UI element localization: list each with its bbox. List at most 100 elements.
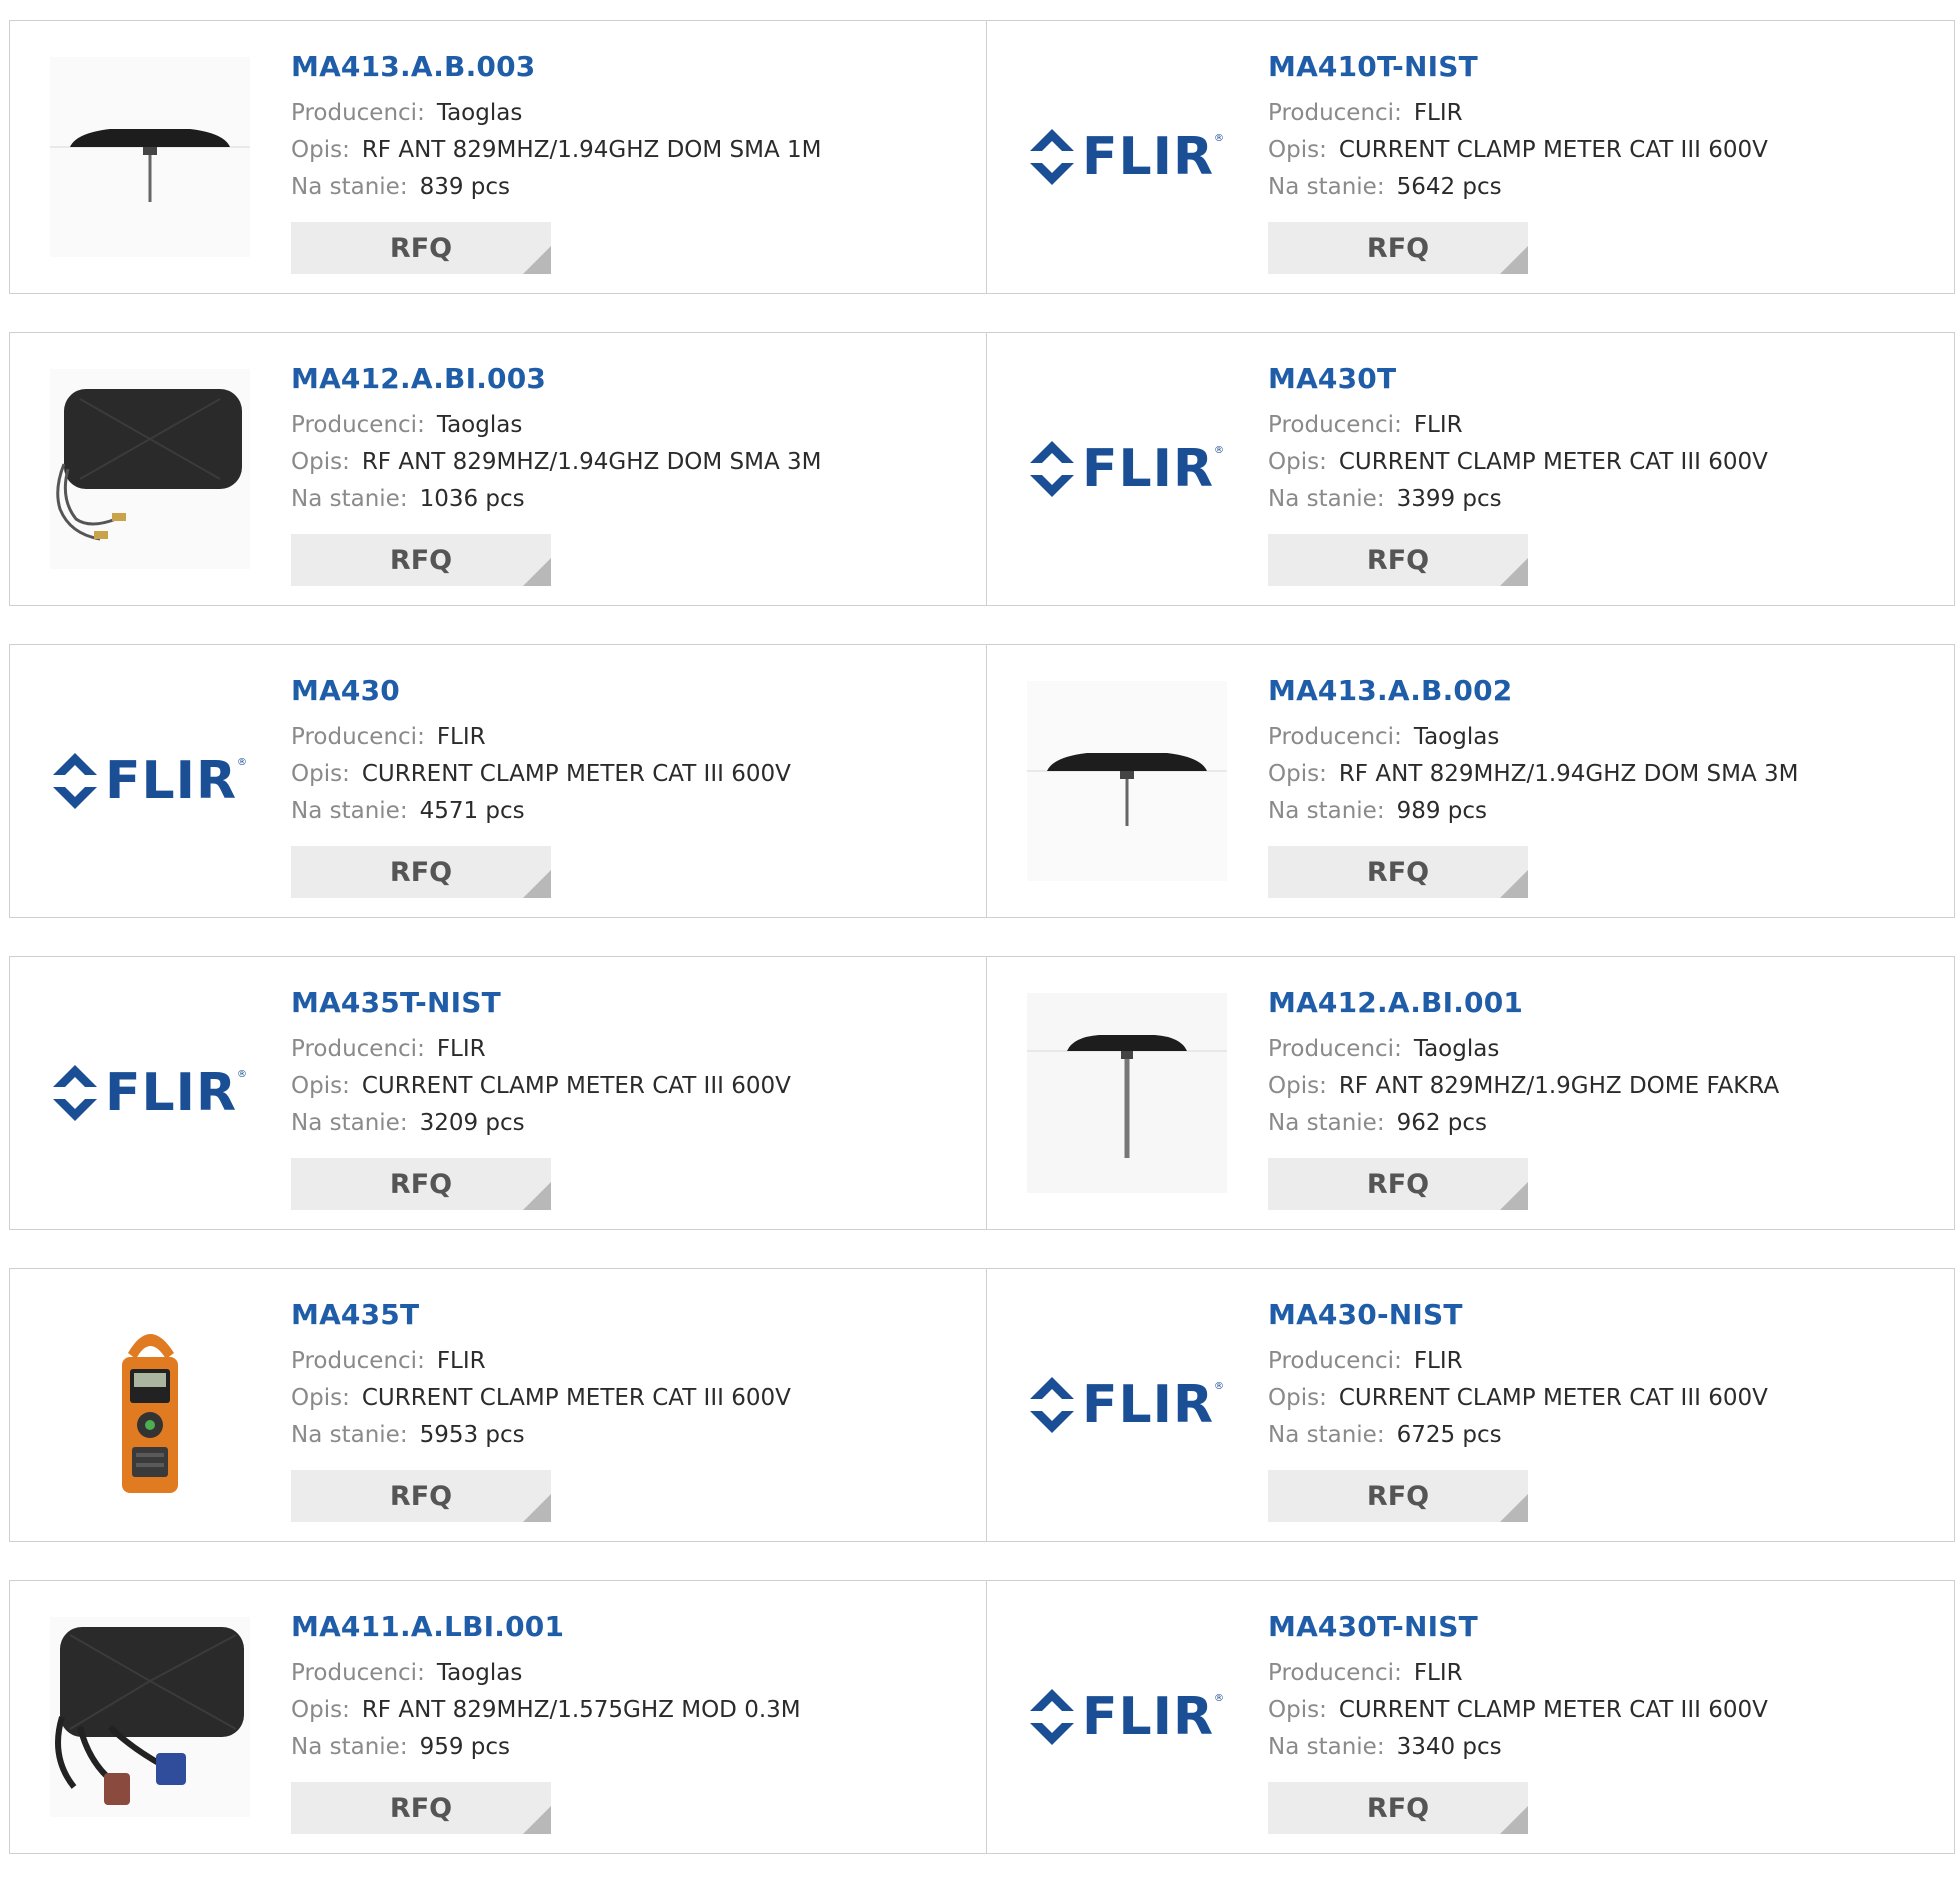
part-number-link[interactable]: MA430T [1268, 361, 1768, 397]
flir-wordmark: FLIR [1081, 127, 1215, 187]
manufacturer-value: FLIR [1413, 100, 1463, 126]
stock-value: 6725 pcs [1396, 1422, 1502, 1448]
part-number-link[interactable]: MA412.A.BI.001 [1268, 985, 1779, 1021]
stock-label: Na stanie: [291, 1422, 408, 1448]
part-number-link[interactable]: MA411.A.LBI.001 [291, 1609, 801, 1645]
product-info: MA430-NIST Producenci: FLIR Opis: CURRENT … [1268, 1297, 1768, 1454]
part-number-link[interactable]: MA430T-NIST [1268, 1609, 1768, 1645]
flir-wordmark: FLIR [1081, 1687, 1215, 1747]
rfq-button[interactable]: RFQ [291, 1470, 551, 1522]
rfq-button[interactable]: RFQ [1268, 846, 1528, 898]
rfq-label: RFQ [1366, 232, 1430, 264]
corner-decoration [523, 558, 551, 586]
rfq-button[interactable]: RFQ [291, 222, 551, 274]
manufacturer-label: Producenci: [291, 100, 425, 126]
product-info: MA410T-NIST Producenci: FLIR Opis: CURRENT… [1268, 49, 1768, 206]
corner-decoration [1500, 1806, 1528, 1834]
product-info: MA413.A.B.002 Producenci: Taoglas Opis: RF… [1268, 673, 1799, 830]
stock-label: Na stanie: [291, 486, 408, 512]
stock-label: Na stanie: [1268, 486, 1385, 512]
rfq-label: RFQ [1366, 1168, 1430, 1200]
product-image[interactable] [1027, 681, 1227, 881]
stock-value: 959 pcs [419, 1734, 511, 1760]
product-image[interactable] [1027, 993, 1227, 1193]
description-value: CURRENT CLAMP METER CAT III 600V [361, 1385, 791, 1411]
product-image[interactable]: FLIR ® [1027, 57, 1227, 257]
description-value: CURRENT CLAMP METER CAT III 600V [361, 761, 791, 787]
rfq-button[interactable]: RFQ [291, 1782, 551, 1834]
manufacturer-row: Producenci: FLIR [291, 719, 791, 756]
description-value: CURRENT CLAMP METER CAT III 600V [1338, 137, 1768, 163]
rfq-button[interactable]: RFQ [1268, 1782, 1528, 1834]
stock-row: Na stanie: 1036 pcs [291, 481, 822, 518]
stock-value: 3340 pcs [1396, 1734, 1502, 1760]
manufacturer-row: Producenci: FLIR [291, 1031, 791, 1068]
part-number-link[interactable]: MA413.A.B.003 [291, 49, 822, 85]
rfq-button[interactable]: RFQ [1268, 1470, 1528, 1522]
product-info: MA435T-NIST Producenci: FLIR Opis: CURRENT… [291, 985, 791, 1142]
manufacturer-label: Producenci: [1268, 1660, 1402, 1686]
stock-label: Na stanie: [291, 798, 408, 824]
description-label: Opis: [1268, 137, 1327, 163]
corner-decoration [1500, 246, 1528, 274]
stock-row: Na stanie: 5953 pcs [291, 1417, 791, 1454]
product-image[interactable]: FLIR ® [50, 681, 250, 881]
product-image[interactable]: FLIR ® [50, 993, 250, 1193]
rfq-label: RFQ [389, 856, 453, 888]
corner-decoration [1500, 1494, 1528, 1522]
rfq-button[interactable]: RFQ [291, 534, 551, 586]
rfq-button[interactable]: RFQ [1268, 222, 1528, 274]
product-image[interactable]: FLIR ® [1027, 369, 1227, 569]
registered-mark: ® [237, 1069, 248, 1080]
manufacturer-label: Producenci: [1268, 100, 1402, 126]
product-row: FLIR ® MA430 Producenci: FLIR Opis: CURRENT… [9, 644, 1955, 918]
product-row: FLIR ® MA435T-NIST Producenci: FLIR Opis: C… [9, 956, 1955, 1230]
stock-row: Na stanie: 6725 pcs [1268, 1417, 1768, 1454]
product-card: FLIR ® MA430T-NIST Producenci: FLIR Opis: C… [987, 1580, 1955, 1854]
corner-decoration [523, 870, 551, 898]
description-label: Opis: [291, 1697, 350, 1723]
stock-label: Na stanie: [291, 1110, 408, 1136]
part-number-link[interactable]: MA435T-NIST [291, 985, 791, 1021]
corner-decoration [1500, 558, 1528, 586]
rfq-button[interactable]: RFQ [291, 1158, 551, 1210]
manufacturer-value: FLIR [436, 1348, 486, 1374]
product-image[interactable] [50, 1617, 250, 1817]
manufacturer-value: Taoglas [436, 100, 523, 126]
corner-decoration [523, 1806, 551, 1834]
part-number-link[interactable]: MA430 [291, 673, 791, 709]
manufacturer-label: Producenci: [1268, 1348, 1402, 1374]
part-number-link[interactable]: MA430-NIST [1268, 1297, 1768, 1333]
stock-value: 3209 pcs [419, 1110, 525, 1136]
rfq-button[interactable]: RFQ [1268, 1158, 1528, 1210]
product-card: MA435T Producenci: FLIR Opis: CURRENT CLAM… [9, 1268, 987, 1542]
product-image[interactable] [50, 57, 250, 257]
stock-row: Na stanie: 959 pcs [291, 1729, 801, 1766]
product-image[interactable] [50, 1305, 250, 1505]
product-row: MA413.A.B.003 Producenci: Taoglas Opis: RF… [9, 20, 1955, 294]
flir-diamond-icon [52, 753, 97, 809]
part-number-link[interactable]: MA410T-NIST [1268, 49, 1768, 85]
product-image[interactable]: FLIR ® [1027, 1305, 1227, 1505]
manufacturer-value: Taoglas [436, 412, 523, 438]
manufacturer-value: FLIR [1413, 1348, 1463, 1374]
rfq-button[interactable]: RFQ [291, 846, 551, 898]
part-number-link[interactable]: MA413.A.B.002 [1268, 673, 1799, 709]
part-number-link[interactable]: MA435T [291, 1297, 791, 1333]
product-info: MA412.A.BI.001 Producenci: Taoglas Opis: R… [1268, 985, 1779, 1142]
product-info: MA412.A.BI.003 Producenci: Taoglas Opis: R… [291, 361, 822, 518]
description-row: Opis: CURRENT CLAMP METER CAT III 600V [1268, 1692, 1768, 1729]
product-image[interactable] [50, 369, 250, 569]
product-info: MA430T-NIST Producenci: FLIR Opis: CURRENT… [1268, 1609, 1768, 1766]
stock-label: Na stanie: [1268, 174, 1385, 200]
rfq-button[interactable]: RFQ [1268, 534, 1528, 586]
manufacturer-value: FLIR [436, 1036, 486, 1062]
rfq-label: RFQ [389, 1480, 453, 1512]
antenna-panel-icon [50, 369, 250, 569]
product-card: FLIR ® MA410T-NIST Producenci: FLIR Opis: C… [987, 20, 1955, 294]
corner-decoration [1500, 1182, 1528, 1210]
stock-row: Na stanie: 839 pcs [291, 169, 822, 206]
part-number-link[interactable]: MA412.A.BI.003 [291, 361, 822, 397]
manufacturer-row: Producenci: FLIR [291, 1343, 791, 1380]
product-image[interactable]: FLIR ® [1027, 1617, 1227, 1817]
